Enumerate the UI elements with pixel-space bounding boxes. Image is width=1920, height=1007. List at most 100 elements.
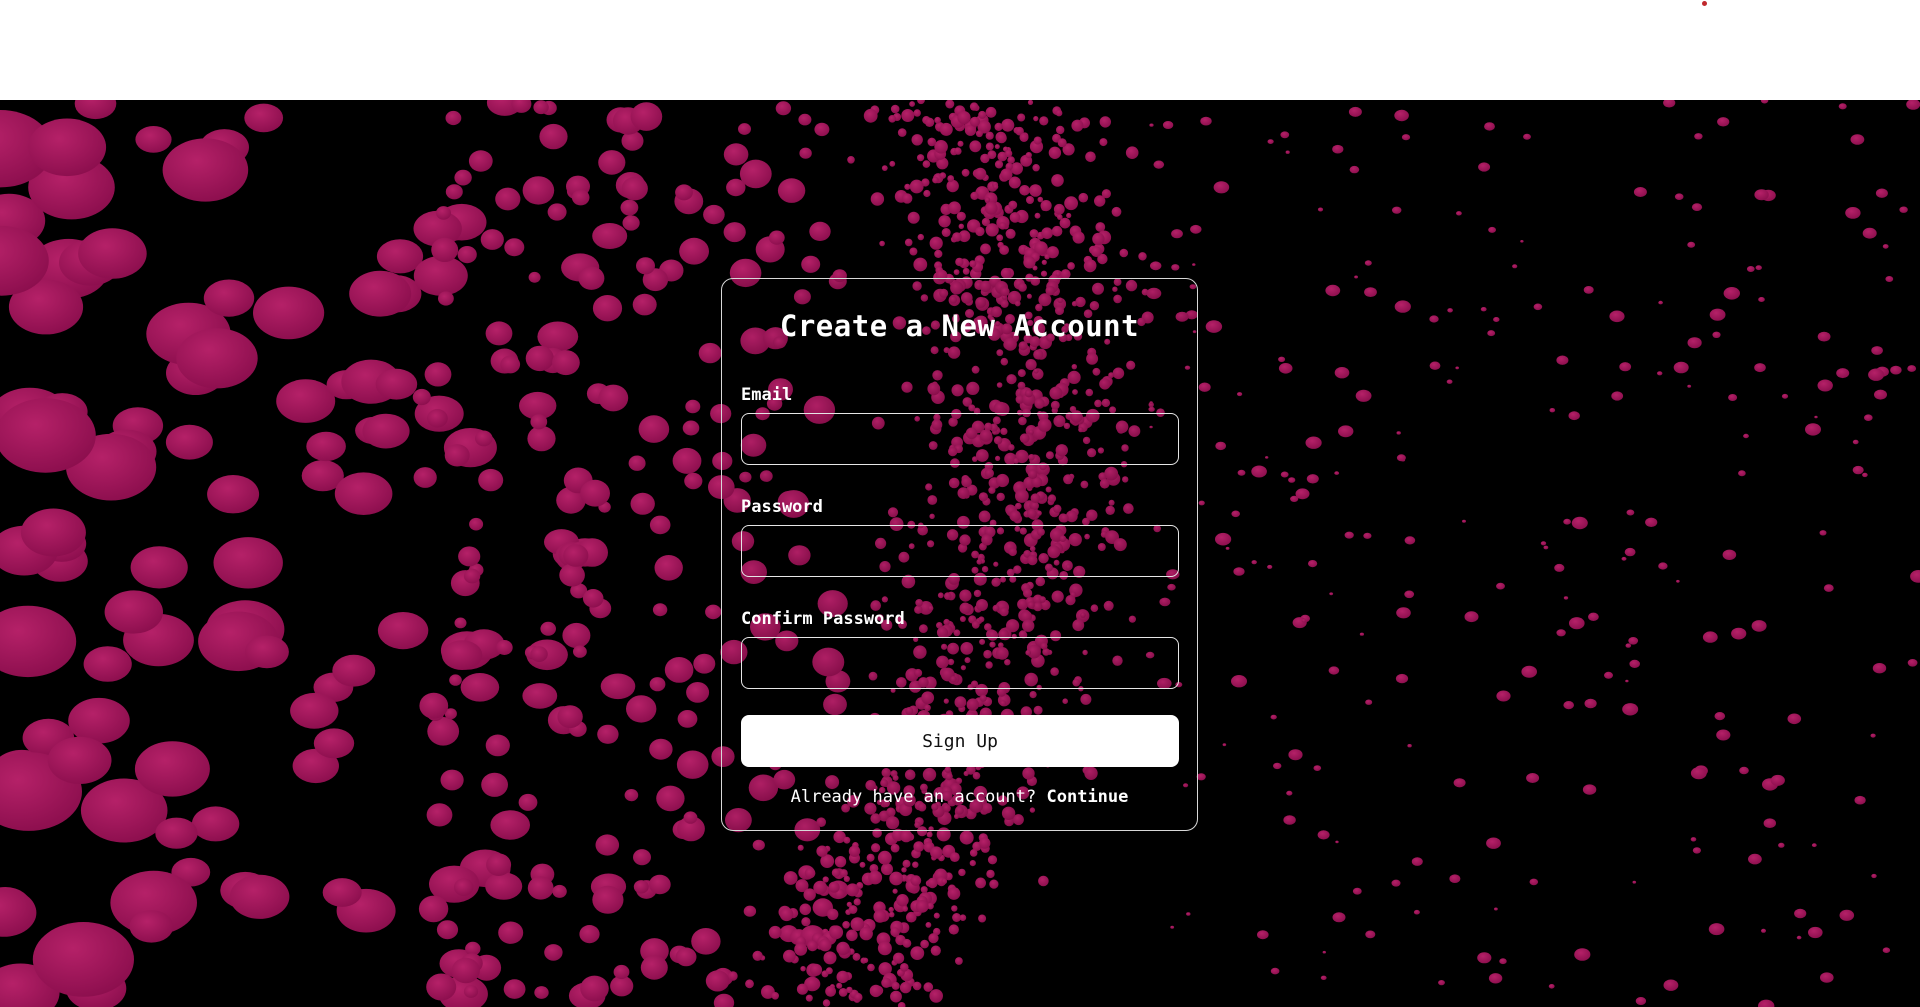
particle (917, 154, 925, 162)
particle (1499, 958, 1507, 965)
particle (1464, 611, 1479, 623)
sign-up-button[interactable]: Sign Up (741, 715, 1179, 767)
particle (620, 199, 639, 216)
particle (1278, 363, 1293, 374)
particle (1563, 596, 1569, 600)
particle (527, 876, 554, 900)
particle (1270, 967, 1280, 975)
particle (1488, 973, 1503, 984)
particle (866, 853, 875, 862)
particle (1480, 307, 1487, 312)
particle (592, 885, 624, 914)
particle (20, 508, 86, 557)
particle (825, 985, 836, 997)
particle (932, 176, 939, 184)
particle (958, 223, 964, 229)
particle (867, 963, 875, 972)
particle (1257, 930, 1269, 940)
particle (949, 852, 960, 862)
particle (1205, 320, 1223, 333)
particle (948, 201, 961, 215)
particle (934, 116, 941, 124)
accent-dot (1702, 1, 1707, 6)
particle (969, 140, 982, 153)
particle (1290, 495, 1299, 502)
particle (129, 910, 174, 943)
particle (994, 144, 1000, 150)
particle (1521, 665, 1537, 678)
particle (547, 203, 567, 221)
particle (863, 108, 878, 123)
particle (945, 100, 955, 109)
continue-link[interactable]: Continue (1047, 787, 1129, 807)
signup-card: Create a New Account Email Password Conf… (721, 278, 1198, 831)
particle (1850, 134, 1865, 145)
particle (947, 887, 961, 900)
particle (801, 917, 811, 927)
particle (1392, 206, 1402, 214)
particle (816, 845, 828, 857)
particle (814, 122, 830, 137)
confirm-password-field[interactable] (741, 637, 1179, 689)
particle (1192, 263, 1196, 266)
particle (1085, 151, 1096, 163)
particle (563, 544, 589, 567)
password-label: Password (741, 497, 823, 517)
particle (1048, 146, 1062, 159)
particle (445, 184, 463, 200)
particle (923, 982, 934, 992)
particle (975, 877, 986, 889)
particle (1845, 207, 1861, 219)
particle (1332, 144, 1344, 154)
particle (1496, 582, 1505, 590)
particle (1041, 227, 1053, 239)
top-bar (0, 0, 1920, 100)
particle (923, 189, 931, 198)
particle (951, 905, 958, 912)
particle (436, 920, 459, 940)
particle (1119, 248, 1129, 258)
particle (1907, 365, 1917, 372)
particle (1251, 465, 1267, 478)
particle (1814, 415, 1818, 419)
particle (622, 215, 640, 231)
particle (948, 924, 959, 935)
particle (1411, 857, 1423, 866)
particle (794, 942, 808, 956)
particle (490, 810, 530, 840)
particle (985, 142, 994, 151)
particle (598, 384, 629, 412)
particle (578, 266, 605, 290)
particle (539, 123, 568, 150)
particle (985, 223, 999, 237)
particle (1748, 853, 1762, 865)
particle (1364, 287, 1377, 297)
particle (930, 846, 943, 859)
particle (74, 100, 117, 120)
particle (999, 222, 1007, 230)
particle (1190, 224, 1202, 234)
particle (1025, 152, 1032, 159)
email-field[interactable] (741, 413, 1179, 465)
particle (1709, 308, 1726, 321)
particle (1839, 909, 1855, 921)
particle (703, 204, 725, 225)
particle (1629, 659, 1640, 669)
particle (638, 415, 670, 443)
particle (475, 430, 493, 447)
particle (522, 176, 555, 205)
particle (1899, 206, 1908, 213)
particle (959, 830, 974, 845)
particle (933, 912, 940, 919)
particle (1363, 532, 1372, 539)
particle (253, 286, 325, 340)
particle (1280, 131, 1290, 139)
particle (999, 245, 1009, 255)
particle (1554, 563, 1565, 572)
particle (1396, 607, 1411, 619)
particle (807, 940, 818, 952)
particle (975, 226, 985, 237)
particle (458, 546, 481, 567)
password-field[interactable] (741, 525, 1179, 577)
particle (1251, 560, 1257, 565)
